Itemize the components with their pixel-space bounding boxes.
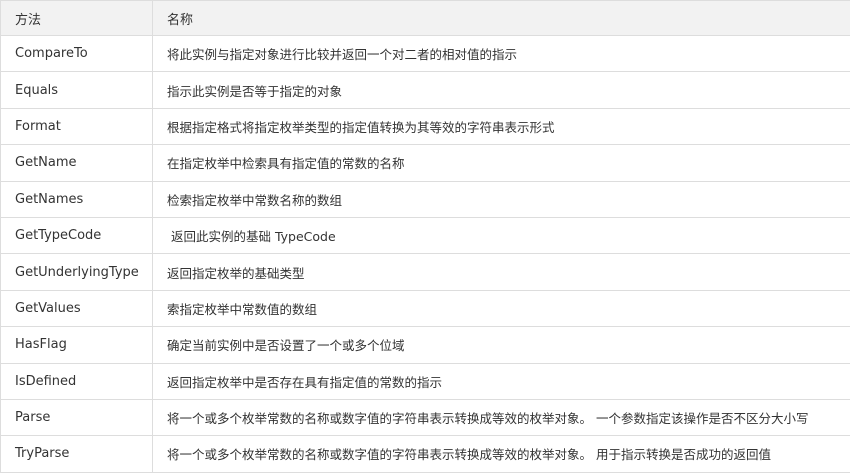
table-body: CompareTo 将此实例与指定对象进行比较并返回一个对二者的相对值的指示 E… — [0, 34, 850, 473]
method-description: 根据指定格式将指定枚举类型的指定值转换为其等效的字符串表示形式 — [152, 107, 850, 146]
methods-table: 方法 名称 CompareTo 将此实例与指定对象进行比较并返回一个对二者的相对… — [0, 0, 850, 473]
table-row: CompareTo 将此实例与指定对象进行比较并返回一个对二者的相对值的指示 — [0, 34, 850, 73]
table-row: Equals 指示此实例是否等于指定的对象 — [0, 71, 850, 109]
method-name: CompareTo — [0, 34, 153, 73]
table-header: 方法 名称 — [0, 0, 850, 36]
method-description: 索指定枚举中常数值的数组 — [152, 289, 850, 328]
table-row: Format 根据指定格式将指定枚举类型的指定值转换为其等效的字符串表示形式 — [0, 107, 850, 146]
method-description: 指示此实例是否等于指定的对象 — [152, 71, 850, 109]
method-name: Equals — [0, 71, 153, 109]
method-name: GetName — [0, 144, 153, 182]
method-description: 返回此实例的基础 TypeCode — [152, 216, 850, 255]
header-method: 方法 — [0, 0, 153, 36]
method-name: GetUnderlyingType — [0, 253, 153, 291]
method-name: Format — [0, 107, 153, 146]
table-row: GetTypeCode 返回此实例的基础 TypeCode — [0, 216, 850, 255]
header-name: 名称 — [152, 0, 850, 36]
method-description: 返回指定枚举的基础类型 — [152, 253, 850, 291]
method-description: 将一个或多个枚举常数的名称或数字值的字符串表示转换成等效的枚举对象。 用于指示转… — [152, 435, 850, 473]
table-row: GetNames 检索指定枚举中常数名称的数组 — [0, 180, 850, 218]
table-row: HasFlag 确定当前实例中是否设置了一个或多个位域 — [0, 326, 850, 364]
method-description: 在指定枚举中检索具有指定值的常数的名称 — [152, 144, 850, 182]
table-row: TryParse 将一个或多个枚举常数的名称或数字值的字符串表示转换成等效的枚举… — [0, 435, 850, 473]
table-row: GetUnderlyingType 返回指定枚举的基础类型 — [0, 253, 850, 291]
method-name: TryParse — [0, 435, 153, 473]
table-row: GetName 在指定枚举中检索具有指定值的常数的名称 — [0, 144, 850, 182]
method-name: IsDefined — [0, 362, 153, 400]
method-name: GetValues — [0, 289, 153, 328]
method-name: HasFlag — [0, 326, 153, 364]
method-description: 返回指定枚举中是否存在具有指定值的常数的指示 — [152, 362, 850, 400]
table-row: Parse 将一个或多个枚举常数的名称或数字值的字符串表示转换成等效的枚举对象。… — [0, 398, 850, 437]
table-row: IsDefined 返回指定枚举中是否存在具有指定值的常数的指示 — [0, 362, 850, 400]
table-row: GetValues 索指定枚举中常数值的数组 — [0, 289, 850, 328]
method-name: GetNames — [0, 180, 153, 218]
method-description: 将一个或多个枚举常数的名称或数字值的字符串表示转换成等效的枚举对象。 一个参数指… — [152, 398, 850, 437]
method-name: Parse — [0, 398, 153, 437]
method-description: 确定当前实例中是否设置了一个或多个位域 — [152, 326, 850, 364]
header-row: 方法 名称 — [0, 0, 850, 36]
method-description: 检索指定枚举中常数名称的数组 — [152, 180, 850, 218]
method-description: 将此实例与指定对象进行比较并返回一个对二者的相对值的指示 — [152, 34, 850, 73]
method-name: GetTypeCode — [0, 216, 153, 255]
